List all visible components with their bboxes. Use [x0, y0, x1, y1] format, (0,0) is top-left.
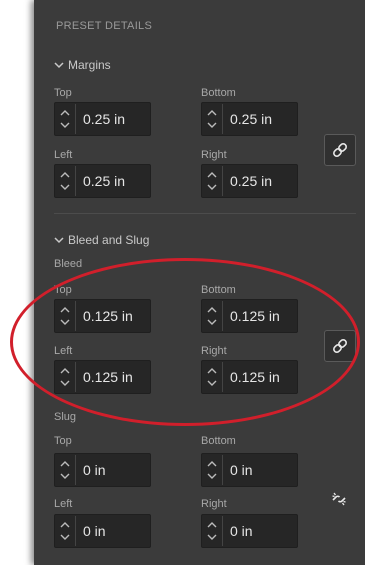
margins-link-button[interactable]: [324, 134, 356, 166]
broken-chain-link-icon: [332, 492, 346, 506]
stepper-arrows-icon[interactable]: [202, 455, 223, 485]
slug-bottom-label: Bottom: [201, 435, 236, 447]
margin-left-field[interactable]: 0.25 in: [54, 164, 151, 198]
slug-left-field[interactable]: 0 in: [54, 514, 151, 548]
margin-left-label: Left: [54, 149, 73, 161]
slug-right-label: Right: [201, 498, 227, 510]
margins-section-label: Margins: [68, 58, 111, 72]
bleed-bottom-label: Bottom: [201, 284, 236, 296]
chevron-down-icon: [54, 237, 64, 244]
bleed-top-value[interactable]: 0.125 in: [76, 308, 133, 324]
bleed-left-field[interactable]: 0.125 in: [54, 360, 151, 394]
bleed-right-field[interactable]: 0.125 in: [201, 360, 298, 394]
preset-details-panel: PRESET DETAILS Margins Top 0.25 in Botto…: [34, 0, 365, 565]
stepper-arrows-icon[interactable]: [55, 362, 76, 392]
margins-section-toggle[interactable]: Margins: [54, 58, 111, 72]
stepper-arrows-icon[interactable]: [202, 362, 223, 392]
slug-top-field[interactable]: 0 in: [54, 453, 151, 487]
bleed-left-value[interactable]: 0.125 in: [76, 369, 133, 385]
margin-bottom-label: Bottom: [201, 87, 236, 99]
slug-group-label: Slug: [54, 411, 77, 423]
slug-top-label: Top: [54, 435, 72, 447]
stepper-arrows-icon[interactable]: [55, 455, 76, 485]
bleed-bottom-value[interactable]: 0.125 in: [223, 308, 280, 324]
slug-bottom-value[interactable]: 0 in: [223, 462, 253, 478]
margin-top-field[interactable]: 0.25 in: [54, 102, 151, 136]
stepper-arrows-icon[interactable]: [202, 104, 223, 134]
margin-bottom-field[interactable]: 0.25 in: [201, 102, 298, 136]
stepper-arrows-icon[interactable]: [202, 301, 223, 331]
stepper-arrows-icon[interactable]: [202, 166, 223, 196]
bleed-link-button[interactable]: [324, 330, 356, 362]
margin-right-label: Right: [201, 149, 227, 161]
slug-bottom-field[interactable]: 0 in: [201, 453, 298, 487]
chevron-down-icon: [54, 62, 64, 69]
stepper-arrows-icon[interactable]: [55, 301, 76, 331]
panel-title: PRESET DETAILS: [56, 20, 153, 32]
margin-top-label: Top: [54, 87, 72, 99]
bleed-slug-section-toggle[interactable]: Bleed and Slug: [54, 233, 149, 247]
bleed-top-field[interactable]: 0.125 in: [54, 299, 151, 333]
bleed-group-label: Bleed: [54, 258, 83, 270]
margin-top-value[interactable]: 0.25 in: [76, 111, 125, 127]
slug-right-value[interactable]: 0 in: [223, 523, 253, 539]
slug-top-value[interactable]: 0 in: [76, 462, 106, 478]
stepper-arrows-icon[interactable]: [55, 166, 76, 196]
bleed-bottom-field[interactable]: 0.125 in: [201, 299, 298, 333]
chain-link-icon: [333, 143, 347, 157]
bleed-right-value[interactable]: 0.125 in: [223, 369, 280, 385]
slug-left-label: Left: [54, 498, 73, 510]
slug-link-button[interactable]: [324, 484, 354, 514]
slug-right-field[interactable]: 0 in: [201, 514, 298, 548]
margin-bottom-value[interactable]: 0.25 in: [223, 111, 272, 127]
margin-right-value[interactable]: 0.25 in: [223, 173, 272, 189]
bleed-left-label: Left: [54, 345, 73, 357]
section-divider: [54, 213, 356, 214]
margin-left-value[interactable]: 0.25 in: [76, 173, 125, 189]
margin-right-field[interactable]: 0.25 in: [201, 164, 298, 198]
slug-left-value[interactable]: 0 in: [76, 523, 106, 539]
chain-link-icon: [333, 339, 347, 353]
stepper-arrows-icon[interactable]: [55, 516, 76, 546]
bleed-right-label: Right: [201, 345, 227, 357]
stepper-arrows-icon[interactable]: [55, 104, 76, 134]
bleed-slug-section-label: Bleed and Slug: [68, 233, 150, 247]
bleed-top-label: Top: [54, 284, 72, 296]
stepper-arrows-icon[interactable]: [202, 516, 223, 546]
